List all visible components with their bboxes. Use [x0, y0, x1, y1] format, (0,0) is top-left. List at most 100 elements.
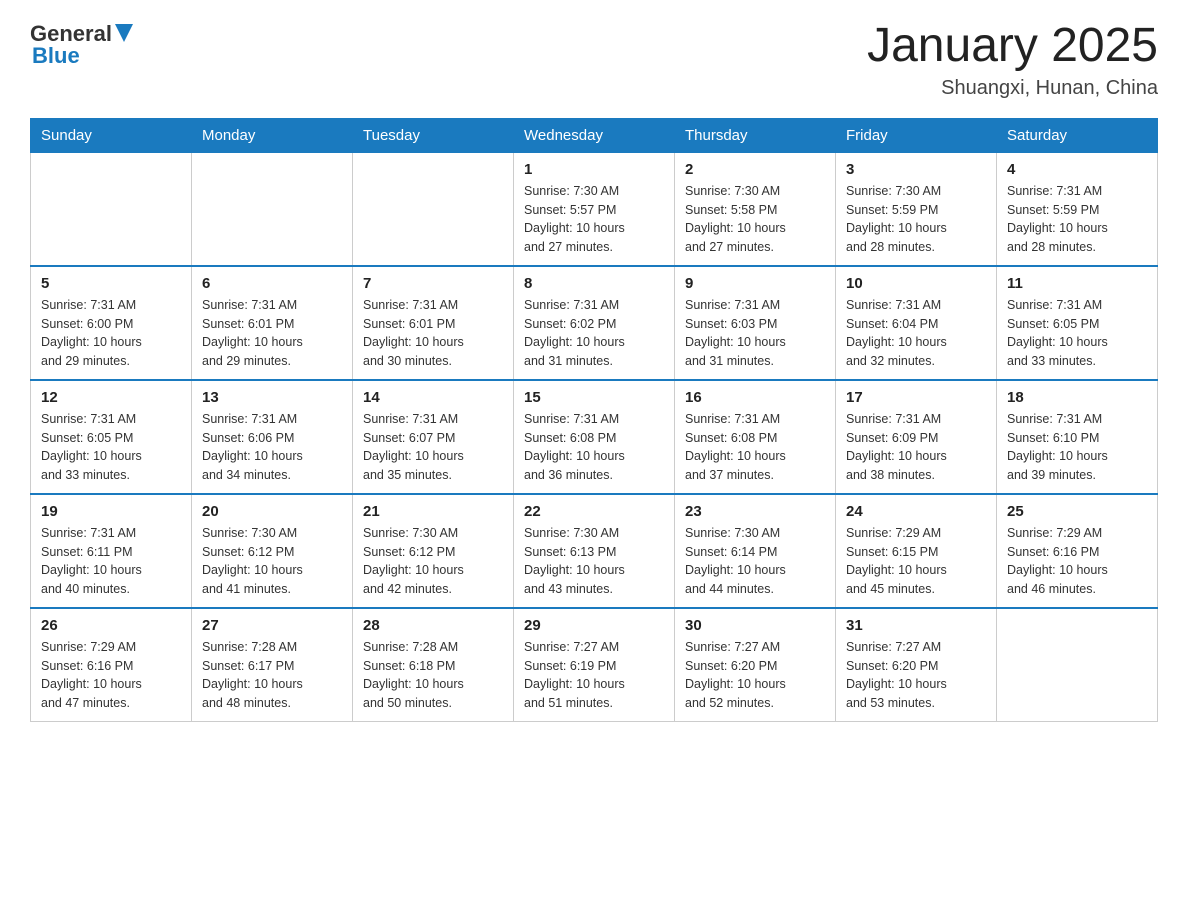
- calendar-week-row: 26 Sunrise: 7:29 AM Sunset: 6:16 PM Dayli…: [31, 608, 1158, 722]
- calendar-header-tuesday: Tuesday: [353, 118, 514, 152]
- day-number: 27: [202, 617, 342, 634]
- day-info: Sunrise: 7:31 AM Sunset: 6:06 PM Dayligh…: [202, 410, 342, 485]
- day-info: Sunrise: 7:31 AM Sunset: 6:10 PM Dayligh…: [1007, 410, 1147, 485]
- day-number: 24: [846, 503, 986, 520]
- day-info: Sunrise: 7:28 AM Sunset: 6:18 PM Dayligh…: [363, 638, 503, 713]
- calendar-cell: [192, 152, 353, 266]
- calendar-cell: 13 Sunrise: 7:31 AM Sunset: 6:06 PM Dayli…: [192, 380, 353, 494]
- calendar-cell: 14 Sunrise: 7:31 AM Sunset: 6:07 PM Dayli…: [353, 380, 514, 494]
- day-number: 29: [524, 617, 664, 634]
- day-info: Sunrise: 7:31 AM Sunset: 6:01 PM Dayligh…: [202, 296, 342, 371]
- day-number: 22: [524, 503, 664, 520]
- day-info: Sunrise: 7:31 AM Sunset: 6:09 PM Dayligh…: [846, 410, 986, 485]
- day-info: Sunrise: 7:27 AM Sunset: 6:20 PM Dayligh…: [685, 638, 825, 713]
- calendar-cell: [31, 152, 192, 266]
- calendar-cell: 12 Sunrise: 7:31 AM Sunset: 6:05 PM Dayli…: [31, 380, 192, 494]
- day-info: Sunrise: 7:31 AM Sunset: 6:05 PM Dayligh…: [41, 410, 181, 485]
- logo-blue-text: Blue: [32, 43, 133, 69]
- day-info: Sunrise: 7:31 AM Sunset: 6:02 PM Dayligh…: [524, 296, 664, 371]
- day-info: Sunrise: 7:31 AM Sunset: 6:07 PM Dayligh…: [363, 410, 503, 485]
- day-number: 26: [41, 617, 181, 634]
- day-number: 23: [685, 503, 825, 520]
- calendar-cell: 3 Sunrise: 7:30 AM Sunset: 5:59 PM Daylig…: [836, 152, 997, 266]
- day-info: Sunrise: 7:30 AM Sunset: 5:57 PM Dayligh…: [524, 182, 664, 257]
- calendar-cell: 31Sunrise: 7:27 AM Sunset: 6:20 PM Dayli…: [836, 608, 997, 722]
- day-info: Sunrise: 7:31 AM Sunset: 6:00 PM Dayligh…: [41, 296, 181, 371]
- calendar-header-monday: Monday: [192, 118, 353, 152]
- day-number: 18: [1007, 389, 1147, 406]
- calendar-cell: 19 Sunrise: 7:31 AM Sunset: 6:11 PM Dayli…: [31, 494, 192, 608]
- day-number: 5: [41, 275, 181, 292]
- calendar-week-row: 5 Sunrise: 7:31 AM Sunset: 6:00 PM Daylig…: [31, 266, 1158, 380]
- day-number: 7: [363, 275, 503, 292]
- day-info: Sunrise: 7:31 AM Sunset: 6:03 PM Dayligh…: [685, 296, 825, 371]
- day-number: 15: [524, 389, 664, 406]
- calendar-cell: 2 Sunrise: 7:30 AM Sunset: 5:58 PM Daylig…: [675, 152, 836, 266]
- day-number: 14: [363, 389, 503, 406]
- day-number: 11: [1007, 275, 1147, 292]
- calendar-cell: 27 Sunrise: 7:28 AM Sunset: 6:17 PM Dayli…: [192, 608, 353, 722]
- logo: General Blue: [30, 20, 133, 69]
- calendar-cell: 18 Sunrise: 7:31 AM Sunset: 6:10 PM Dayli…: [997, 380, 1158, 494]
- day-info: Sunrise: 7:30 AM Sunset: 5:58 PM Dayligh…: [685, 182, 825, 257]
- day-info: Sunrise: 7:29 AM Sunset: 6:16 PM Dayligh…: [1007, 524, 1147, 599]
- calendar-cell: 1 Sunrise: 7:30 AM Sunset: 5:57 PM Daylig…: [514, 152, 675, 266]
- day-info: Sunrise: 7:28 AM Sunset: 6:17 PM Dayligh…: [202, 638, 342, 713]
- day-info: Sunrise: 7:29 AM Sunset: 6:15 PM Dayligh…: [846, 524, 986, 599]
- calendar-cell: [353, 152, 514, 266]
- day-info: Sunrise: 7:27 AM Sunset: 6:20 PM Dayligh…: [846, 638, 986, 713]
- calendar-table: SundayMondayTuesdayWednesdayThursdayFrid…: [30, 118, 1158, 722]
- day-number: 28: [363, 617, 503, 634]
- day-number: 30: [685, 617, 825, 634]
- day-number: 3: [846, 161, 986, 178]
- calendar-cell: 10Sunrise: 7:31 AM Sunset: 6:04 PM Dayli…: [836, 266, 997, 380]
- calendar-cell: [997, 608, 1158, 722]
- day-info: Sunrise: 7:30 AM Sunset: 5:59 PM Dayligh…: [846, 182, 986, 257]
- day-info: Sunrise: 7:31 AM Sunset: 5:59 PM Dayligh…: [1007, 182, 1147, 257]
- day-info: Sunrise: 7:31 AM Sunset: 6:08 PM Dayligh…: [685, 410, 825, 485]
- day-number: 1: [524, 161, 664, 178]
- month-title: January 2025: [867, 20, 1158, 73]
- calendar-header-friday: Friday: [836, 118, 997, 152]
- day-number: 8: [524, 275, 664, 292]
- calendar-cell: 29 Sunrise: 7:27 AM Sunset: 6:19 PM Dayli…: [514, 608, 675, 722]
- calendar-cell: 5 Sunrise: 7:31 AM Sunset: 6:00 PM Daylig…: [31, 266, 192, 380]
- calendar-cell: 20Sunrise: 7:30 AM Sunset: 6:12 PM Dayli…: [192, 494, 353, 608]
- day-info: Sunrise: 7:29 AM Sunset: 6:16 PM Dayligh…: [41, 638, 181, 713]
- calendar-cell: 28 Sunrise: 7:28 AM Sunset: 6:18 PM Dayli…: [353, 608, 514, 722]
- calendar-cell: 21Sunrise: 7:30 AM Sunset: 6:12 PM Dayli…: [353, 494, 514, 608]
- day-number: 25: [1007, 503, 1147, 520]
- day-number: 4: [1007, 161, 1147, 178]
- day-number: 12: [41, 389, 181, 406]
- calendar-cell: 17 Sunrise: 7:31 AM Sunset: 6:09 PM Dayli…: [836, 380, 997, 494]
- day-number: 21: [363, 503, 503, 520]
- day-info: Sunrise: 7:30 AM Sunset: 6:14 PM Dayligh…: [685, 524, 825, 599]
- day-number: 9: [685, 275, 825, 292]
- day-number: 17: [846, 389, 986, 406]
- day-info: Sunrise: 7:31 AM Sunset: 6:08 PM Dayligh…: [524, 410, 664, 485]
- day-info: Sunrise: 7:31 AM Sunset: 6:04 PM Dayligh…: [846, 296, 986, 371]
- calendar-header-saturday: Saturday: [997, 118, 1158, 152]
- calendar-cell: 26 Sunrise: 7:29 AM Sunset: 6:16 PM Dayli…: [31, 608, 192, 722]
- calendar-cell: 24 Sunrise: 7:29 AM Sunset: 6:15 PM Dayli…: [836, 494, 997, 608]
- calendar-header-wednesday: Wednesday: [514, 118, 675, 152]
- calendar-cell: 30 Sunrise: 7:27 AM Sunset: 6:20 PM Dayli…: [675, 608, 836, 722]
- calendar-header-thursday: Thursday: [675, 118, 836, 152]
- calendar-cell: 7Sunrise: 7:31 AM Sunset: 6:01 PM Daylig…: [353, 266, 514, 380]
- day-number: 13: [202, 389, 342, 406]
- calendar-header-sunday: Sunday: [31, 118, 192, 152]
- calendar-cell: 6Sunrise: 7:31 AM Sunset: 6:01 PM Daylig…: [192, 266, 353, 380]
- day-info: Sunrise: 7:31 AM Sunset: 6:11 PM Dayligh…: [41, 524, 181, 599]
- calendar-week-row: 19 Sunrise: 7:31 AM Sunset: 6:11 PM Dayli…: [31, 494, 1158, 608]
- calendar-week-row: 12 Sunrise: 7:31 AM Sunset: 6:05 PM Dayli…: [31, 380, 1158, 494]
- calendar-cell: 23 Sunrise: 7:30 AM Sunset: 6:14 PM Dayli…: [675, 494, 836, 608]
- day-info: Sunrise: 7:30 AM Sunset: 6:12 PM Dayligh…: [202, 524, 342, 599]
- page-header: General Blue January 2025 Shuangxi, Huna…: [30, 20, 1158, 100]
- calendar-cell: 8 Sunrise: 7:31 AM Sunset: 6:02 PM Daylig…: [514, 266, 675, 380]
- day-number: 2: [685, 161, 825, 178]
- calendar-cell: 4 Sunrise: 7:31 AM Sunset: 5:59 PM Daylig…: [997, 152, 1158, 266]
- day-number: 19: [41, 503, 181, 520]
- day-info: Sunrise: 7:27 AM Sunset: 6:19 PM Dayligh…: [524, 638, 664, 713]
- calendar-week-row: 1 Sunrise: 7:30 AM Sunset: 5:57 PM Daylig…: [31, 152, 1158, 266]
- calendar-cell: 15 Sunrise: 7:31 AM Sunset: 6:08 PM Dayli…: [514, 380, 675, 494]
